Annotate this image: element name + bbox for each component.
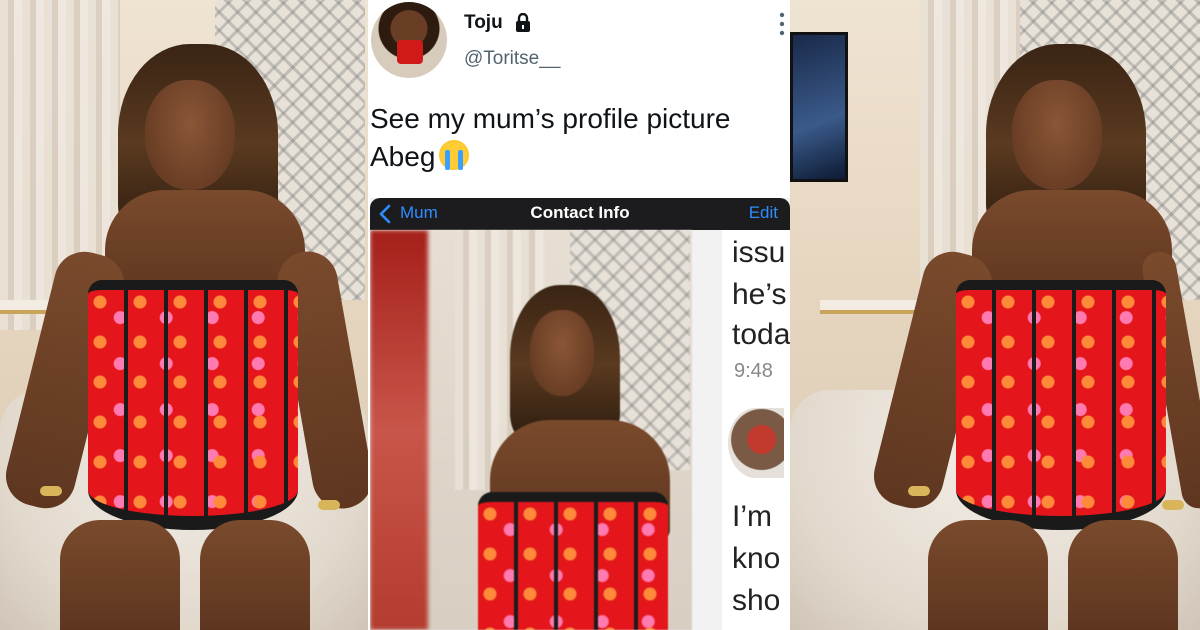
avatar[interactable] [371, 2, 447, 78]
bracelet [40, 486, 62, 496]
edit-button[interactable]: Edit [749, 203, 778, 223]
tweet-text-word: Abeg [370, 141, 436, 172]
red-corset [956, 280, 1166, 530]
right-photo [790, 0, 1200, 630]
nav-title: Contact Info [530, 203, 630, 222]
lock-icon [516, 13, 530, 32]
embedded-screenshot: Mum Contact Info Edit issu he’s toda 9:4… [370, 198, 790, 630]
user-handle[interactable]: @Toritse__ [464, 48, 560, 70]
left-leg [60, 520, 180, 630]
face [1012, 80, 1102, 190]
face [145, 80, 235, 190]
chat-fragment: sho [732, 584, 781, 617]
bracelet [318, 500, 340, 510]
chat-fragment: toda [732, 318, 790, 351]
chat-avatar [728, 408, 784, 478]
left-leg [928, 520, 1048, 630]
right-leg [1068, 520, 1178, 630]
chat-fragment: issu [732, 236, 786, 269]
left-photo [0, 0, 368, 630]
more-options-icon[interactable] [777, 12, 787, 36]
television [790, 32, 848, 182]
tweet-card: Toju @Toritse__ See my mum’s profile pic… [368, 0, 790, 630]
bracelet [1162, 500, 1184, 510]
chat-fragment: kno [732, 542, 781, 575]
crying-face-icon [439, 140, 470, 170]
face [530, 310, 594, 396]
chat-preview: issu he’s toda 9:48 I’m kno sho [722, 230, 790, 630]
bracelet [908, 486, 930, 496]
chat-fragment: I’m [732, 500, 772, 533]
display-name[interactable]: Toju [464, 12, 503, 34]
right-leg [200, 520, 310, 630]
red-blur-strip [370, 230, 428, 630]
ios-navigation-bar: Mum Contact Info Edit [370, 198, 790, 230]
chat-fragment: he’s [732, 278, 787, 311]
tweet-text-line: Abeg [370, 138, 788, 176]
red-corset [88, 280, 298, 530]
contact-profile-photo [370, 230, 692, 630]
tweet-text: See my mum’s profile picture Abeg [370, 100, 788, 176]
red-corset [478, 492, 668, 630]
tweet-text-line: See my mum’s profile picture [370, 103, 731, 134]
chat-timestamp: 9:48 [734, 360, 773, 382]
